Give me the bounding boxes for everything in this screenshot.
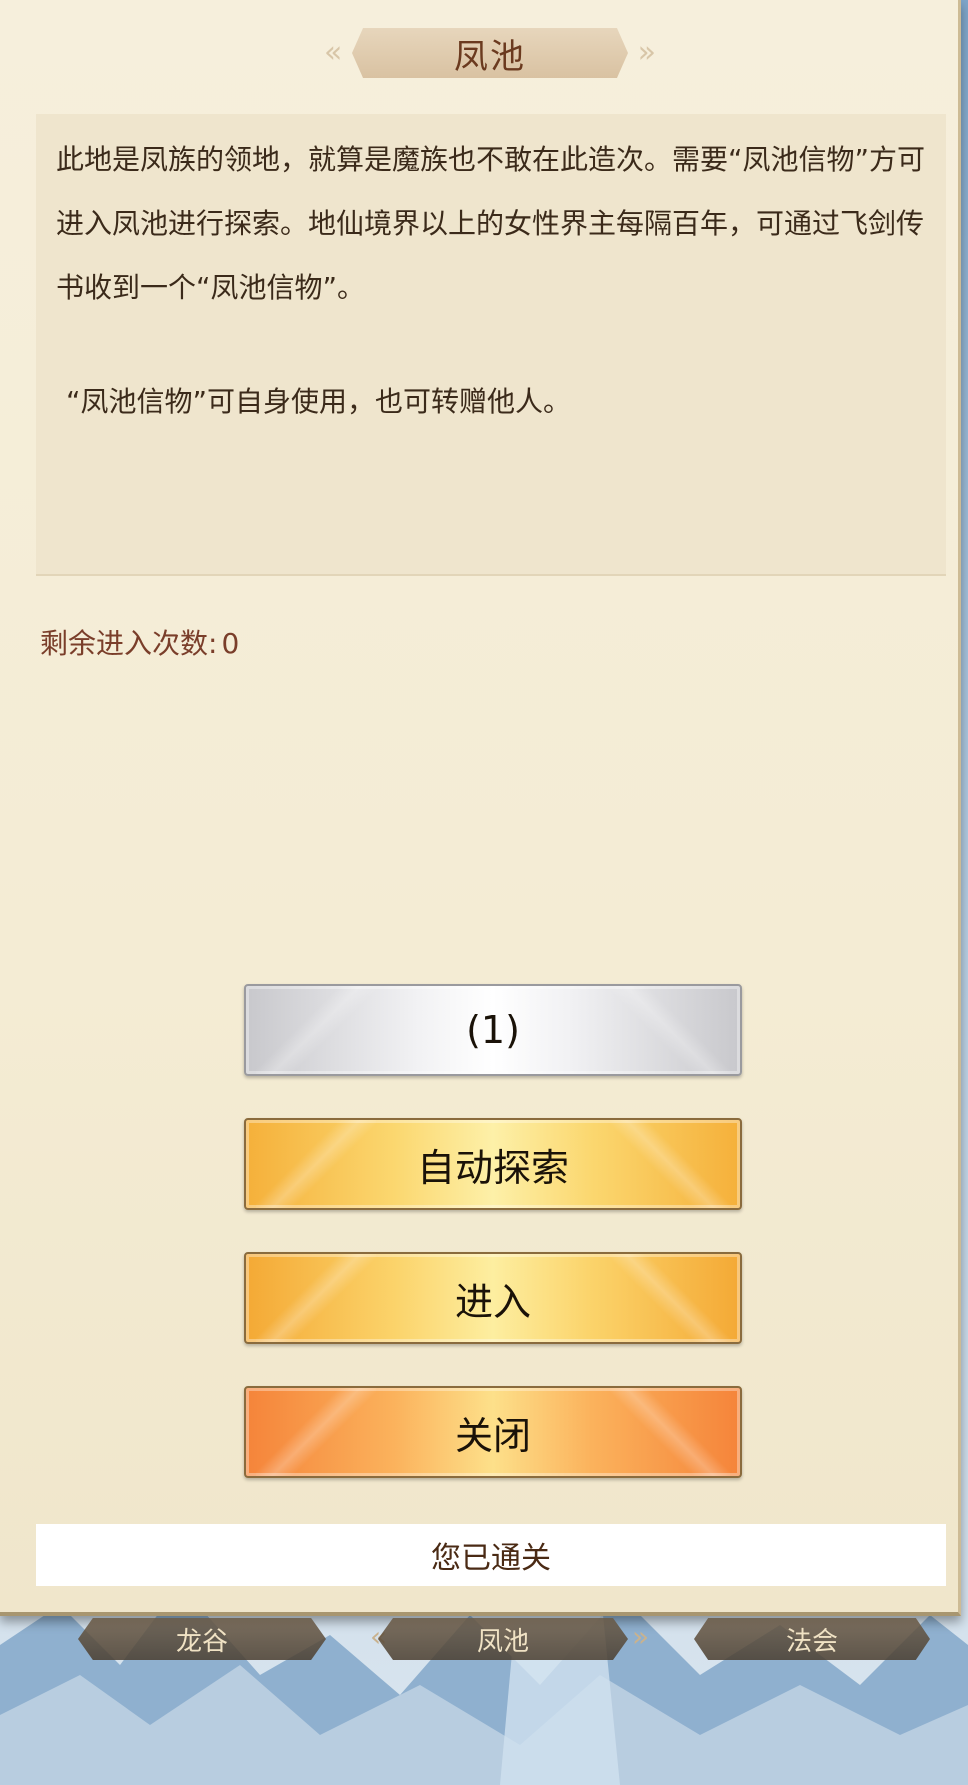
close-button[interactable]: 关闭 [244, 1386, 742, 1478]
tab-dharma-assembly[interactable]: 法会 [694, 1618, 930, 1660]
chevron-right-icon: » [632, 1620, 650, 1653]
title-banner: « 凤池 » [324, 24, 656, 82]
cleared-status-text: 您已通关 [431, 1541, 551, 1576]
chevron-left-icon: « [324, 35, 343, 70]
auto-explore-button-label: 自动探索 [416, 1145, 569, 1190]
tab-dragon-valley[interactable]: 龙谷 [78, 1618, 326, 1660]
enter-button-label: 进入 [454, 1279, 531, 1324]
dialog-title: 凤池 [454, 36, 526, 77]
count-button-label: (1) [466, 1008, 520, 1052]
remaining-entries-value: 0 [221, 627, 240, 660]
description-box: 此地是凤族的领地，就算是魔族也不敢在此造次。需要“凤池信物”方可进入凤池进行探索… [36, 114, 946, 576]
description-paragraph-1: 此地是凤族的领地，就算是魔族也不敢在此造次。需要“凤池信物”方可进入凤池进行探索… [56, 143, 926, 304]
enter-button[interactable]: 进入 [244, 1252, 742, 1344]
count-button[interactable]: (1) [244, 984, 742, 1076]
auto-explore-button[interactable]: 自动探索 [244, 1118, 742, 1210]
cleared-status-bar: 您已通关 [36, 1524, 946, 1586]
close-button-label: 关闭 [454, 1413, 531, 1458]
dialog-panel: « 凤池 » 此地是凤族的领地，就算是魔族也不敢在此造次。需要“凤池信物”方可进… [0, 0, 961, 1616]
chevron-right-icon: » [637, 35, 656, 70]
remaining-entries: 剩余进入次数: 0 [40, 622, 239, 662]
tab-label: 法会 [785, 1626, 838, 1657]
description-paragraph-2: “凤池信物”可自身使用，也可转赠他人。 [66, 385, 572, 418]
tab-label: 龙谷 [175, 1626, 228, 1657]
tab-label: 凤池 [476, 1626, 529, 1657]
title-ribbon: 凤池 [352, 28, 628, 78]
remaining-entries-label: 剩余进入次数: [40, 627, 218, 660]
tab-phoenix-pool[interactable]: 凤池 [378, 1618, 628, 1660]
